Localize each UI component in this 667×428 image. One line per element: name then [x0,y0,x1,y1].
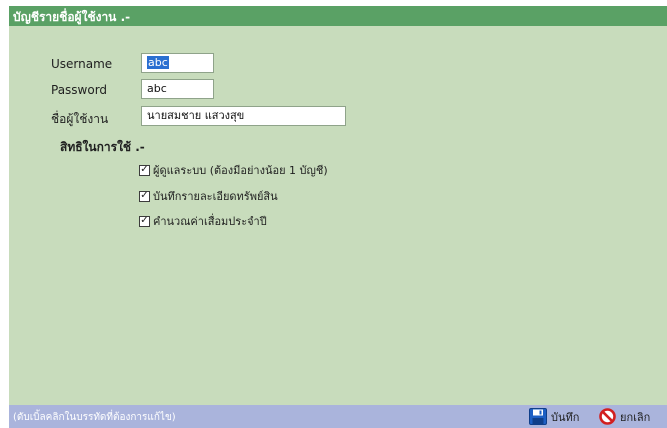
permission-depreciation-label: คำนวณค่าเสื่อมประจำปี [153,215,267,228]
footer-bar: (ดับเบิ้ลคลิกในบรรทัดที่ต้องการแก้ไข) บั… [9,405,667,428]
permissions-title: สิทธิในการใช้ .- [60,140,145,154]
fullname-input[interactable]: นายสมชาย แสวงสุข [141,106,346,126]
cancel-button-label: ยกเลิก [620,410,651,424]
password-input[interactable]: abc [141,79,214,99]
checkbox-check-icon: ✓ [139,164,150,176]
password-label: Password [51,83,108,97]
user-account-panel: บัญชีรายชื่อผู้ใช้งาน .- Username abc Pa… [9,6,667,405]
prohibited-icon [599,408,616,425]
panel-title: บัญชีรายชื่อผู้ใช้งาน .- [13,10,131,24]
permission-admin-checkbox[interactable]: ✓ ผู้ดูแลระบบ (ต้องมีอย่างน้อย 1 บัญชี) [139,162,328,178]
permission-asset-detail-label: บันทึกรายละเอียดทรัพย์สิน [153,190,278,203]
checkbox-check-icon: ✓ [139,190,150,202]
cancel-button[interactable]: ยกเลิก [599,406,650,427]
save-button-label: บันทึก [551,410,580,424]
username-selected-text: abc [147,56,169,69]
save-button[interactable]: บันทึก [529,406,579,427]
permission-admin-label: ผู้ดูแลระบบ (ต้องมีอย่างน้อย 1 บัญชี) [153,164,328,177]
fullname-value: นายสมชาย แสวงสุข [147,109,245,122]
footer-hint: (ดับเบิ้ลคลิกในบรรทัดที่ต้องการแก้ไข) [13,412,176,423]
permission-depreciation-checkbox[interactable]: ✓ คำนวณค่าเสื่อมประจำปี [139,213,267,229]
password-value: abc [147,82,167,95]
checkbox-check-icon: ✓ [139,215,150,227]
fullname-label: ชื่อผู้ใช้งาน [51,112,109,126]
floppy-disk-icon [529,408,547,425]
permission-asset-detail-checkbox[interactable]: ✓ บันทึกรายละเอียดทรัพย์สิน [139,188,278,204]
panel-header: บัญชีรายชื่อผู้ใช้งาน .- [9,6,667,26]
username-input[interactable]: abc [141,53,214,73]
username-label: Username [51,57,113,71]
